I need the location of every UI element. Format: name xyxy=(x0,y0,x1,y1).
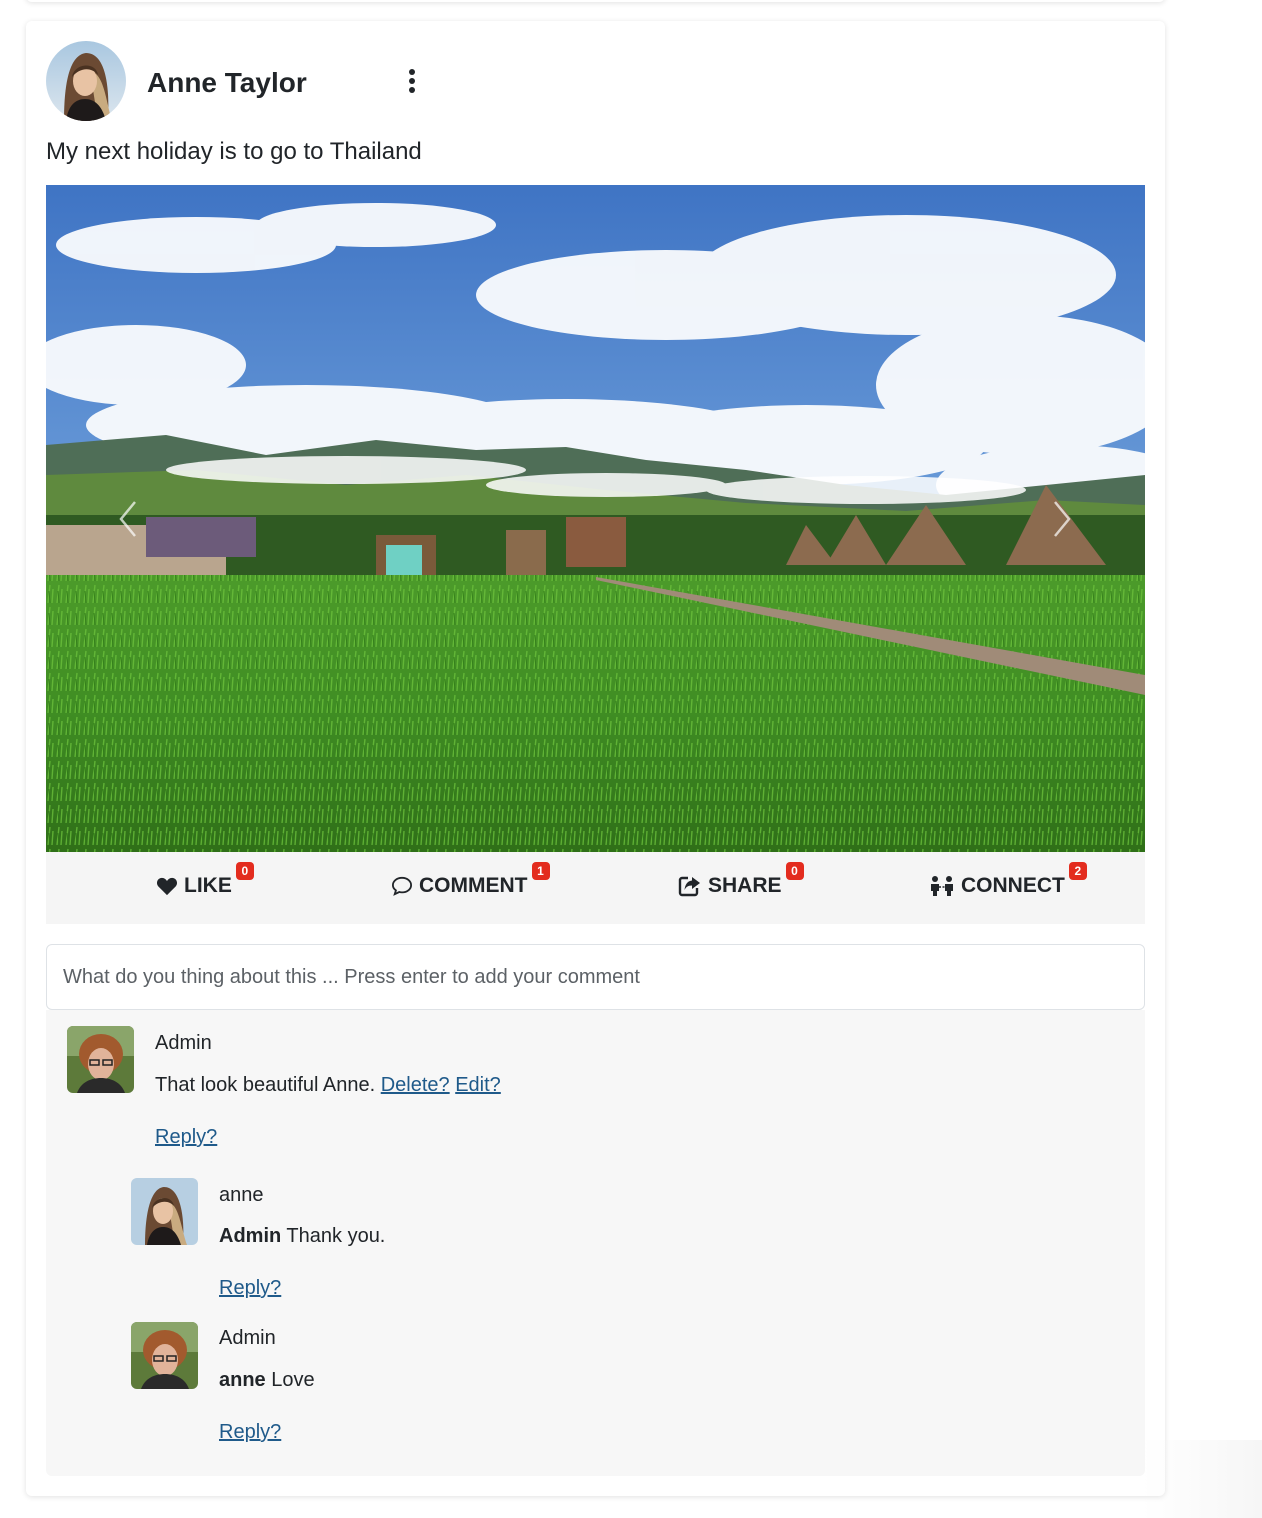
reply-link[interactable]: Reply? xyxy=(155,1126,217,1149)
post-header: Anne Taylor xyxy=(46,41,446,121)
comments-section: Admin That look beautiful Anne. Delete? … xyxy=(46,1010,1145,1476)
share-count-badge: 0 xyxy=(785,862,804,880)
comment-text: Love xyxy=(271,1369,315,1391)
comment-author[interactable]: Admin xyxy=(219,1327,276,1350)
reply-link[interactable]: Reply? xyxy=(219,1277,281,1300)
like-count-badge: 0 xyxy=(235,862,254,880)
like-label: LIKE xyxy=(184,874,232,897)
reply-link[interactable]: Reply? xyxy=(219,1421,281,1444)
share-icon xyxy=(678,876,700,897)
delete-comment-link[interactable]: Delete? xyxy=(381,1074,450,1096)
post-image-carousel xyxy=(46,185,1145,852)
more-vertical-icon[interactable] xyxy=(401,63,423,99)
page-edge-shadow xyxy=(1142,1440,1262,1518)
comment-input[interactable] xyxy=(46,944,1145,1010)
connect-icon xyxy=(931,876,953,896)
avatar[interactable] xyxy=(67,1026,134,1093)
comment-text: Thank you. xyxy=(286,1225,386,1247)
comment-count-badge: 1 xyxy=(531,862,550,880)
comment-author[interactable]: anne xyxy=(219,1184,264,1207)
heart-icon xyxy=(156,877,178,896)
carousel-prev-chevron-icon[interactable] xyxy=(108,495,148,543)
avatar[interactable] xyxy=(131,1178,198,1245)
connect-label: CONNECT xyxy=(961,874,1065,897)
post-text: My next holiday is to go to Thailand xyxy=(46,138,422,165)
edit-comment-link[interactable]: Edit? xyxy=(455,1074,501,1096)
post-card: Anne Taylor My next holiday is to go to … xyxy=(26,21,1165,1496)
mention[interactable]: anne xyxy=(219,1369,266,1391)
share-label: SHARE xyxy=(708,874,782,897)
comment-body: anne Love xyxy=(219,1369,315,1392)
comment-text: That look beautiful Anne. xyxy=(155,1074,376,1096)
post-photo xyxy=(46,185,1145,852)
avatar[interactable] xyxy=(131,1322,198,1389)
comment-body: That look beautiful Anne. Delete? Edit? xyxy=(155,1074,501,1097)
comment-author[interactable]: Admin xyxy=(155,1032,212,1055)
connect-count-badge: 2 xyxy=(1068,862,1087,880)
author-avatar[interactable] xyxy=(46,41,126,121)
connect-button[interactable]: CONNECT 2 xyxy=(929,862,1087,898)
author-name[interactable]: Anne Taylor xyxy=(147,67,307,99)
previous-post-card-edge xyxy=(26,0,1165,2)
comment-button[interactable]: COMMENT 1 xyxy=(391,862,550,898)
carousel-next-chevron-icon[interactable] xyxy=(1042,495,1082,543)
like-button[interactable]: LIKE 0 xyxy=(156,862,254,898)
share-button[interactable]: SHARE 0 xyxy=(678,862,804,898)
mention[interactable]: Admin xyxy=(219,1225,281,1247)
comment-icon xyxy=(391,876,413,896)
comment-body: Admin Thank you. xyxy=(219,1225,385,1248)
comment-label: COMMENT xyxy=(419,874,528,897)
post-actions-bar: LIKE 0 COMMENT 1 SHARE 0 CONNECT 2 xyxy=(46,852,1145,924)
